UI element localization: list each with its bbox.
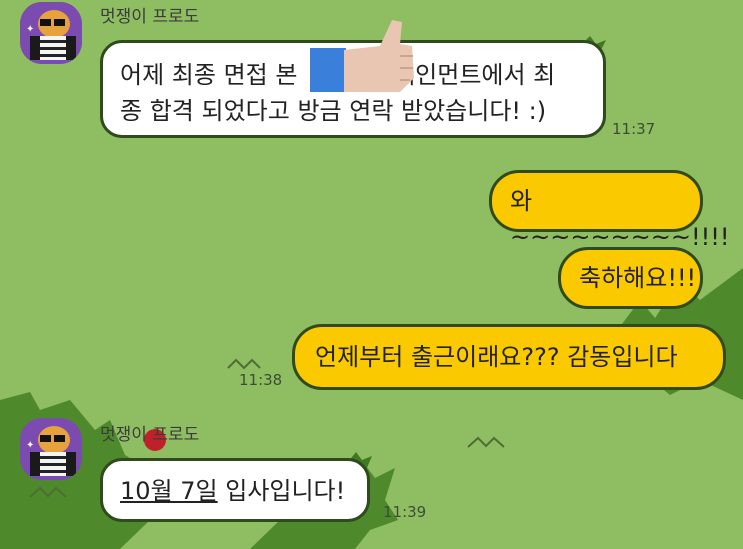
svg-text:✦: ✦ <box>26 440 34 451</box>
message-time: 11:38 <box>239 371 283 389</box>
message-text: 축하해요!!! <box>579 264 697 292</box>
message-bubble-outgoing[interactable]: 언제부터 출근이래요??? 감동입니다 <box>292 324 726 390</box>
message-text: 와~~~~~~~~~!!!! <box>510 187 730 251</box>
sender-name: 멋쟁이 프로도 <box>100 425 200 445</box>
svg-text:✦: ✦ <box>26 24 34 35</box>
sender-avatar[interactable]: ✦ <box>20 418 82 480</box>
message-text: 종 합격 되었다고 방금 연락 받았습니다! :) <box>120 97 547 125</box>
message-bubble-incoming[interactable]: 10월 7일 입사입니다! <box>100 458 370 522</box>
message-time: 11:39 <box>383 503 427 521</box>
sender-name: 멋쟁이 프로도 <box>100 7 200 27</box>
date-link[interactable]: 10월 7일 <box>120 477 218 505</box>
message-text: 언제부터 출근이래요??? 감동입니다 <box>315 343 678 371</box>
thumbs-up-sticker-icon <box>310 20 414 92</box>
frodo-avatar-icon: ✦ <box>20 2 82 64</box>
message-bubble-outgoing[interactable]: 와~~~~~~~~~!!!! <box>489 170 729 251</box>
frodo-avatar-icon: ✦ <box>20 418 82 480</box>
message-time: 11:37 <box>612 120 656 138</box>
message-text: 입사입니다! <box>217 477 346 505</box>
sender-avatar[interactable]: ✦ <box>20 2 82 64</box>
message-bubble-outgoing[interactable]: 축하해요!!! <box>558 247 703 309</box>
